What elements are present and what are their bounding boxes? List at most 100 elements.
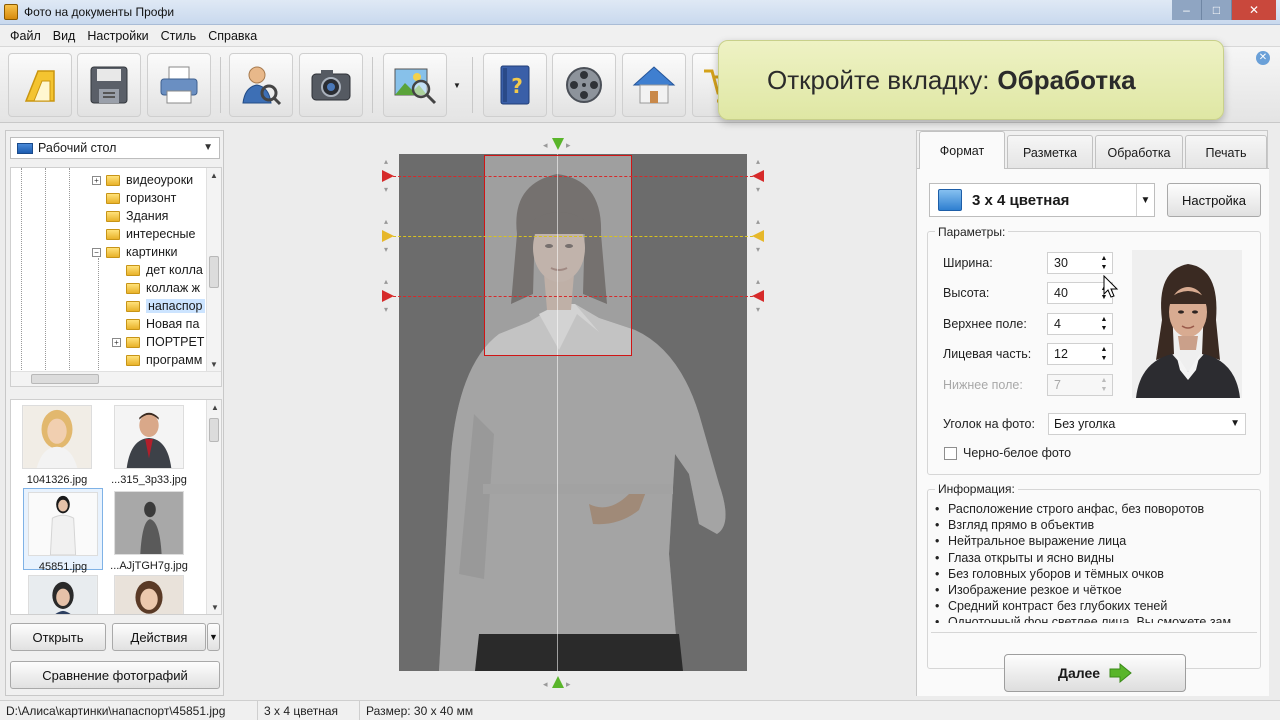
folder-select[interactable]: Рабочий стол ▼ — [10, 137, 220, 159]
scroll-up-icon[interactable]: ▲ — [211, 404, 219, 412]
scroll-down-icon[interactable]: ▼ — [210, 360, 218, 369]
spin-arrows-icon[interactable]: ▲▼ — [1098, 254, 1110, 272]
tab-layout[interactable]: Разметка — [1007, 135, 1093, 169]
spin-arrows-icon[interactable]: ▲▼ — [1098, 345, 1110, 363]
minimize-button[interactable]: – — [1172, 0, 1202, 20]
tree-vertical-scrollbar[interactable]: ▲ ▼ — [206, 168, 221, 372]
folder-icon — [126, 300, 140, 312]
user-search-icon — [242, 66, 282, 106]
maximize-button[interactable]: □ — [1202, 0, 1232, 20]
thumbnail-item[interactable]: 45851.jpg — [23, 488, 103, 573]
scroll-thumb[interactable] — [209, 418, 219, 442]
svg-text:▴: ▴ — [384, 157, 388, 166]
svg-text:▾: ▾ — [756, 245, 760, 254]
thumbnail-item[interactable]: 1041326.jpg — [17, 402, 97, 486]
thumbnail-item[interactable] — [23, 572, 103, 614]
top-margin-label: Верхнее поле: — [943, 317, 1027, 331]
menu-settings[interactable]: Настройки — [81, 29, 154, 43]
scroll-down-icon[interactable]: ▼ — [211, 604, 219, 612]
scroll-up-icon[interactable]: ▲ — [210, 171, 218, 180]
next-button[interactable]: Далее — [1004, 654, 1186, 692]
tree-item-programmy[interactable]: программ — [126, 351, 202, 369]
tree-item-label: горизонт — [126, 191, 177, 205]
film-reel-icon — [566, 67, 602, 103]
camera-button[interactable] — [299, 53, 363, 117]
svg-text:?: ? — [511, 74, 523, 98]
tree-item-label: ПОРТРЕТ — [146, 335, 205, 349]
tree-item-label: Здания — [126, 209, 169, 223]
thumbnail-scrollbar[interactable]: ▲ ▼ — [206, 400, 221, 614]
folder-icon — [126, 264, 140, 276]
actions-dropdown-button[interactable]: ▼ — [207, 623, 220, 651]
scroll-thumb[interactable] — [209, 256, 219, 288]
close-icon[interactable]: ✕ — [1256, 51, 1270, 65]
tree-item-videouroki[interactable]: + видеоуроки — [92, 171, 193, 189]
tree-item-kartinki[interactable]: − картинки — [92, 243, 177, 261]
tree-item-napasport[interactable]: напаспор — [126, 297, 205, 315]
photo-zoom-button[interactable] — [383, 53, 447, 117]
menu-style[interactable]: Стиль — [155, 29, 203, 43]
film-button[interactable] — [552, 53, 616, 117]
svg-text:▾: ▾ — [384, 305, 388, 314]
width-spinner[interactable]: 30 ▲ ▼ — [1047, 252, 1113, 274]
print-button[interactable] — [147, 53, 211, 117]
bw-checkbox[interactable] — [944, 447, 957, 460]
close-button[interactable]: ✕ — [1232, 0, 1276, 20]
tree-item-novaya-papka[interactable]: Новая па — [126, 315, 199, 333]
thumbnail-item[interactable] — [109, 572, 189, 614]
tree-item-zdaniya[interactable]: Здания — [106, 207, 168, 225]
scroll-thumb[interactable] — [31, 374, 99, 384]
tab-print[interactable]: Печать — [1185, 135, 1267, 169]
save-button[interactable] — [77, 53, 141, 117]
tree-item-kollazh[interactable]: коллаж ж — [126, 279, 200, 297]
spin-arrows-icon[interactable]: ▲▼ — [1098, 315, 1110, 333]
thumbnail-image — [114, 575, 184, 614]
hint-text: Откройте вкладку: — [767, 64, 990, 95]
thumbnail-item[interactable]: ...AJjTGH7g.jpg — [109, 488, 189, 572]
bw-label: Черно-белое фото — [963, 446, 1072, 460]
tree-horizontal-scrollbar[interactable] — [11, 371, 221, 386]
menu-file[interactable]: Файл — [4, 29, 47, 43]
chevron-down-icon: ▼ — [1136, 184, 1154, 216]
corner-select[interactable]: Без уголка ▼ — [1048, 413, 1246, 435]
house-button[interactable] — [622, 53, 686, 117]
collapse-icon[interactable]: − — [92, 247, 101, 257]
tree-item-portret[interactable]: + ПОРТРЕТ — [112, 333, 204, 351]
spin-arrows-icon: ▲ ▼ — [1100, 377, 1108, 393]
actions-button[interactable]: Действия — [112, 623, 206, 651]
thumbnail-item[interactable]: ...315_3p33.jpg — [109, 402, 189, 486]
format-select[interactable]: 3 х 4 цветная ▼ — [929, 183, 1155, 217]
thumbnail-image — [114, 491, 184, 555]
info-item: Изображение резкое и чёткое — [935, 582, 1251, 598]
user-search-button[interactable] — [229, 53, 293, 117]
tab-format[interactable]: Формат — [919, 131, 1005, 169]
settings-button[interactable]: Настройка — [1167, 183, 1261, 217]
thumbnail-image — [28, 492, 98, 556]
tree-item-gorizont[interactable]: горизонт — [106, 189, 176, 207]
tab-processing[interactable]: Обработка — [1095, 135, 1183, 169]
tree-item-interesnye[interactable]: интересные — [106, 225, 195, 243]
print-icon — [160, 66, 198, 104]
face-part-spinner[interactable]: 12 ▲ ▼ — [1047, 343, 1113, 365]
folder-icon — [106, 174, 120, 186]
tree-item-label: коллаж ж — [146, 281, 201, 295]
top-margin-spinner[interactable]: 4 ▲ ▼ — [1047, 313, 1113, 335]
folder-icon — [126, 318, 140, 330]
help-button[interactable]: ? — [483, 53, 547, 117]
thumbnail-caption: 1041326.jpg — [26, 474, 88, 486]
info-item: Средний контраст без глубоких теней — [935, 598, 1251, 614]
info-item: Без головных уборов и тёмных очков — [935, 566, 1251, 582]
photo-zoom-dropdown[interactable]: ▼ — [450, 53, 464, 117]
hint-banner: Откройте вкладку: Обработка — [718, 40, 1224, 120]
compare-photos-button[interactable]: Сравнение фотографий — [10, 661, 220, 689]
bottom-arrow-marker — [552, 676, 564, 688]
menu-view[interactable]: Вид — [47, 29, 82, 43]
open-button[interactable]: Открыть — [10, 623, 106, 651]
corner-label: Уголок на фото: — [943, 417, 1035, 431]
menu-help[interactable]: Справка — [202, 29, 263, 43]
tree-item-det-kollazh[interactable]: дет колла — [126, 261, 203, 279]
expand-icon[interactable]: + — [112, 337, 121, 347]
status-file-path: D:\Алиса\картинки\напаспорт\45851.jpg — [0, 701, 258, 720]
home-button[interactable] — [8, 53, 72, 117]
expand-icon[interactable]: + — [92, 175, 101, 185]
